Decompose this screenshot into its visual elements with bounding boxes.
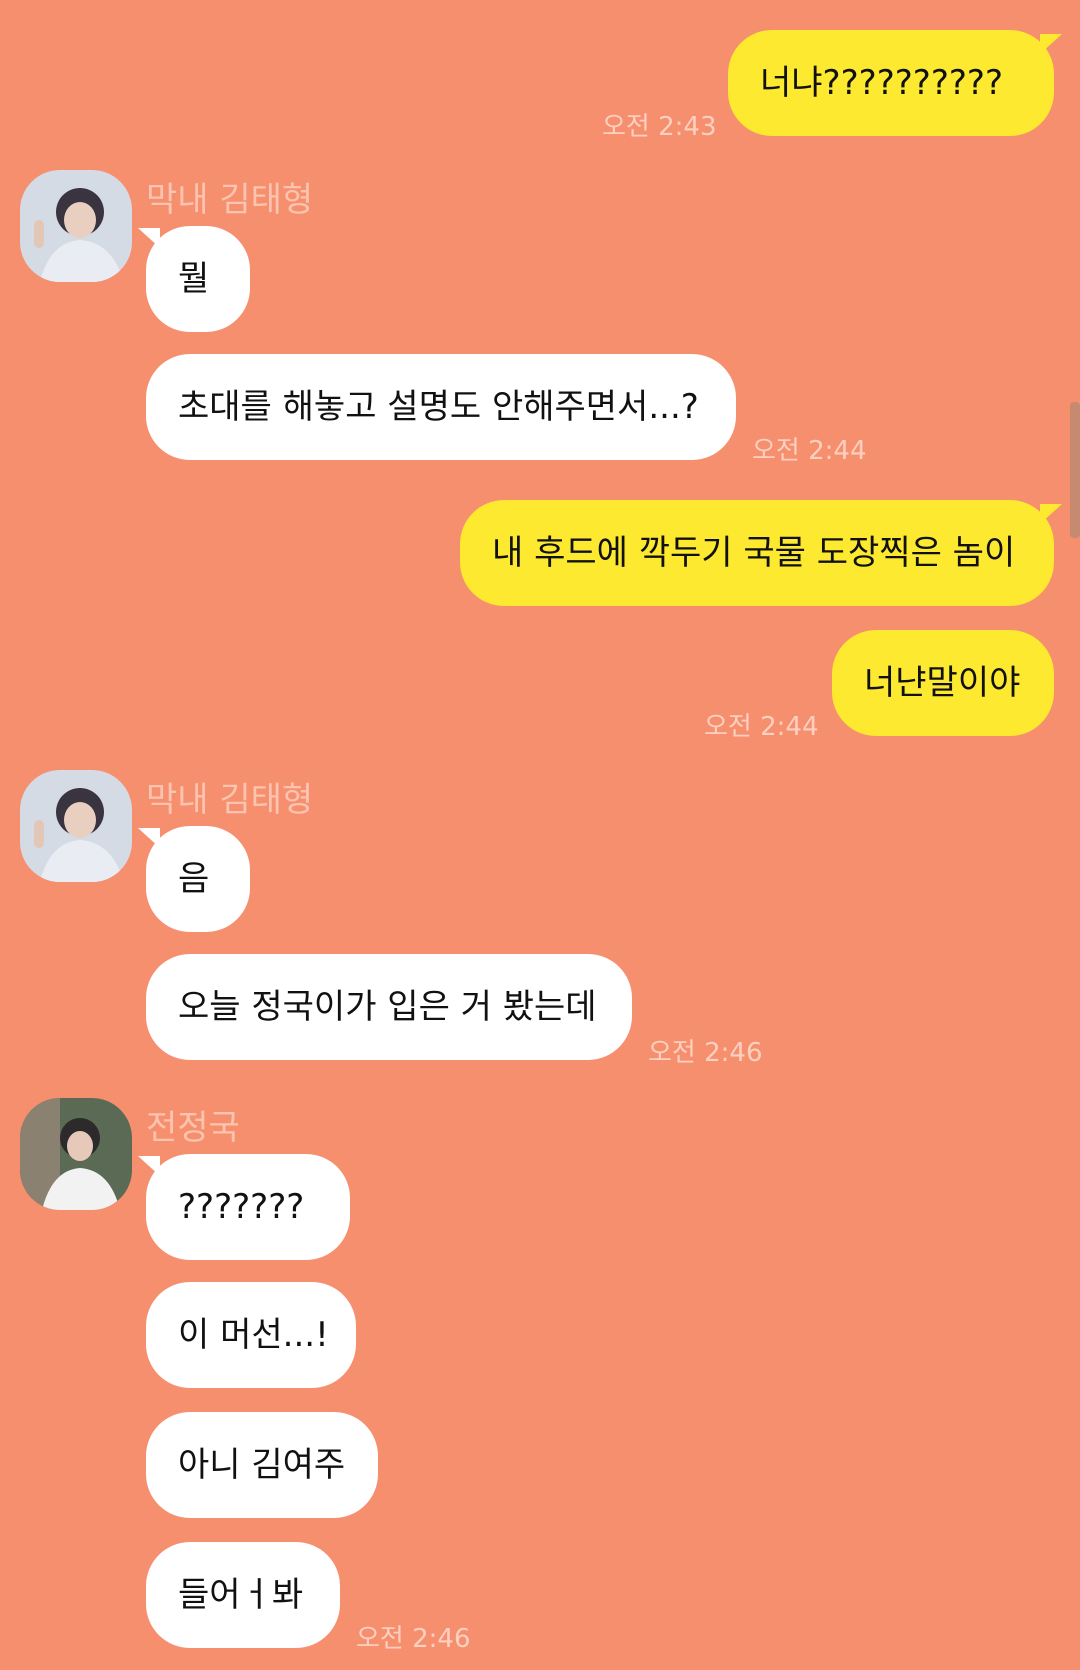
avatar[interactable] <box>20 1098 132 1210</box>
message-time: 오전 2:43 <box>602 112 717 142</box>
message-time: 오전 2:44 <box>704 712 819 742</box>
incoming-message[interactable]: 이 머선...! <box>146 1282 356 1388</box>
outgoing-message[interactable]: 너냔말이야 <box>832 630 1054 736</box>
incoming-message[interactable]: 뭘 <box>146 226 250 332</box>
avatar-photo-icon <box>20 770 132 882</box>
message-time: 오전 2:46 <box>356 1624 471 1654</box>
sender-name: 막내 김태형 <box>146 780 314 820</box>
sender-name: 전정국 <box>146 1108 240 1148</box>
outgoing-message[interactable]: 너냐?????????? <box>728 30 1054 136</box>
avatar[interactable] <box>20 770 132 882</box>
incoming-message[interactable]: 음 <box>146 826 250 932</box>
avatar[interactable] <box>20 170 132 282</box>
incoming-message[interactable]: 오늘 정국이가 입은 거 봤는데 <box>146 954 632 1060</box>
incoming-message[interactable]: 들어ㅓ봐 <box>146 1542 340 1648</box>
bubble-tail <box>1040 504 1062 524</box>
message-time: 오전 2:46 <box>648 1038 763 1068</box>
incoming-message[interactable]: 아니 김여주 <box>146 1412 378 1518</box>
avatar-photo-icon <box>20 170 132 282</box>
outgoing-message[interactable]: 내 후드에 깍두기 국물 도장찍은 놈이 <box>460 500 1054 606</box>
avatar-photo-icon <box>20 1098 132 1210</box>
sender-name: 막내 김태형 <box>146 180 314 220</box>
bubble-tail <box>1040 34 1062 54</box>
message-time: 오전 2:44 <box>752 436 867 466</box>
scrollbar[interactable] <box>1070 402 1080 538</box>
incoming-message[interactable]: 초대를 해놓고 설명도 안해주면서...? <box>146 354 736 460</box>
incoming-message[interactable]: ??????? <box>146 1154 350 1260</box>
